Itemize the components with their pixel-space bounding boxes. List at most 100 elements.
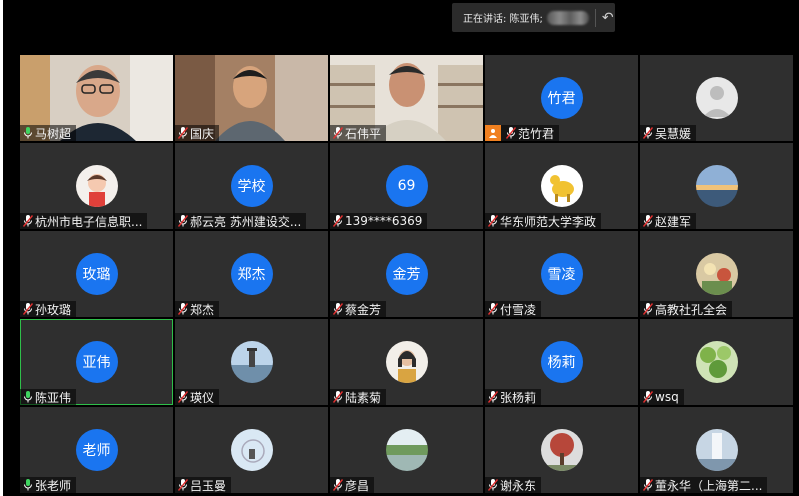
participant-name: wsq bbox=[655, 390, 679, 404]
avatar: 69 bbox=[385, 165, 428, 207]
microphone-muted-icon bbox=[642, 479, 654, 491]
participant-name: 孙玫璐 bbox=[35, 302, 72, 317]
avatar-photo bbox=[230, 341, 273, 383]
participant-name: 华东师范大学李政 bbox=[500, 214, 597, 229]
name-tag: 付雪凌 bbox=[485, 301, 542, 317]
avatar: 亚伟 bbox=[75, 341, 118, 383]
participant-tile[interactable]: 董永华（上海第二... bbox=[640, 407, 793, 493]
participant-tile[interactable]: 学校郝云亮 苏州建设交... bbox=[175, 143, 328, 229]
participant-tile[interactable]: 彦昌 bbox=[330, 407, 483, 493]
name-tag: 董永华（上海第二... bbox=[640, 477, 768, 493]
name-tag: 国庆 bbox=[175, 125, 220, 141]
participant-tile[interactable]: 郑杰 郑杰 bbox=[175, 231, 328, 317]
current-speaker-label: 正在讲话: 陈亚伟; bbox=[463, 14, 543, 25]
microphone-muted-icon bbox=[642, 215, 654, 227]
name-tag: 高教社孔全会 bbox=[640, 301, 733, 317]
participant-tile[interactable]: 金芳蔡金芳 bbox=[330, 231, 483, 317]
participant-tile[interactable]: 吴慧媛 bbox=[640, 55, 793, 141]
name-tag: 陈亚伟 bbox=[20, 389, 77, 405]
participant-tile[interactable]: 杨莉张杨莉 bbox=[485, 319, 638, 405]
participant-tile[interactable]: 赵建军 bbox=[640, 143, 793, 229]
participant-name: 付雪凌 bbox=[500, 302, 537, 317]
participant-tile[interactable]: 亚伟陈亚伟 bbox=[20, 319, 173, 405]
participant-tile[interactable]: 马树超 bbox=[20, 55, 173, 141]
participant-tile[interactable]: 石伟平 bbox=[330, 55, 483, 141]
microphone-muted-icon bbox=[332, 391, 344, 403]
avatar: 老师 bbox=[75, 429, 118, 471]
name-tag: 杭州市电子信息职... bbox=[20, 213, 148, 229]
participant-grid: 马树超国庆 石伟平 竹君 范竹君 吴慧媛杭州市电子信息职... 学校郝云亮 苏州建设交..… bbox=[20, 55, 793, 493]
avatar-photo bbox=[695, 341, 738, 383]
microphone-muted-icon bbox=[177, 303, 189, 315]
participant-name: 彦昌 bbox=[345, 478, 370, 493]
avatar: 杨莉 bbox=[540, 341, 583, 383]
participant-name: 139****6369 bbox=[345, 214, 423, 228]
participant-tile[interactable]: 69 139****6369 bbox=[330, 143, 483, 229]
microphone-muted-icon bbox=[642, 303, 654, 315]
return-icon[interactable]: ↶ bbox=[602, 11, 614, 25]
microphone-muted-icon bbox=[332, 479, 344, 491]
participant-tile[interactable]: wsq bbox=[640, 319, 793, 405]
avatar: 金芳 bbox=[385, 253, 428, 295]
participant-tile[interactable]: 老师 张老师 bbox=[20, 407, 173, 493]
microphone-muted-icon bbox=[487, 391, 499, 403]
participant-name: 张老师 bbox=[35, 478, 72, 493]
participant-name: 郑杰 bbox=[190, 302, 215, 317]
name-tag: 范竹君 bbox=[485, 125, 560, 141]
avatar: 玫璐 bbox=[75, 253, 118, 295]
microphone-muted-icon bbox=[177, 479, 189, 491]
name-tag: 孙玫璐 bbox=[20, 301, 77, 317]
microphone-muted-icon bbox=[642, 391, 654, 403]
participant-tile[interactable]: 瑛仪 bbox=[175, 319, 328, 405]
name-tag: 石伟平 bbox=[330, 125, 387, 141]
microphone-icon bbox=[24, 391, 32, 403]
microphone-muted-icon bbox=[177, 127, 189, 139]
microphone-muted-icon bbox=[642, 127, 654, 139]
name-tag: 张老师 bbox=[20, 477, 77, 493]
avatar: 雪凌 bbox=[540, 253, 583, 295]
participant-tile[interactable]: 华东师范大学李政 bbox=[485, 143, 638, 229]
participant-name: 高教社孔全会 bbox=[655, 302, 728, 317]
participant-tile[interactable]: 陆素菊 bbox=[330, 319, 483, 405]
microphone-muted-icon bbox=[505, 127, 517, 139]
microphone-muted-icon bbox=[22, 215, 34, 227]
name-tag: 华东师范大学李政 bbox=[485, 213, 602, 229]
participant-name: 国庆 bbox=[190, 126, 215, 141]
avatar-photo bbox=[540, 165, 583, 207]
microphone-icon bbox=[24, 479, 32, 491]
microphone-muted-icon bbox=[332, 127, 344, 139]
participant-name: 吕玉曼 bbox=[190, 478, 227, 493]
name-tag: 蔡金芳 bbox=[330, 301, 387, 317]
participant-tile[interactable]: 国庆 bbox=[175, 55, 328, 141]
participant-tile[interactable]: 竹君 范竹君 bbox=[485, 55, 638, 141]
avatar: 郑杰 bbox=[230, 253, 273, 295]
name-tag: 谢永东 bbox=[485, 477, 542, 493]
participant-tile[interactable]: 雪凌 付雪凌 bbox=[485, 231, 638, 317]
avatar-photo bbox=[75, 165, 118, 207]
avatar-photo bbox=[695, 429, 738, 471]
participant-name: 郝云亮 苏州建设交... bbox=[190, 214, 302, 229]
participant-name: 石伟平 bbox=[345, 126, 382, 141]
name-tag: 张杨莉 bbox=[485, 389, 542, 405]
avatar: 学校 bbox=[230, 165, 273, 207]
participant-name: 范竹君 bbox=[518, 126, 555, 141]
microphone-muted-icon bbox=[332, 215, 344, 227]
participant-tile[interactable]: 谢永东 bbox=[485, 407, 638, 493]
microphone-muted-icon bbox=[177, 215, 189, 227]
participant-name: 陆素菊 bbox=[345, 390, 382, 405]
participant-name: 赵建军 bbox=[655, 214, 692, 229]
participant-tile[interactable]: 高教社孔全会 bbox=[640, 231, 793, 317]
divider bbox=[594, 8, 596, 27]
participant-name: 杭州市电子信息职... bbox=[35, 214, 143, 229]
name-tag: 139****6369 bbox=[330, 213, 428, 229]
participant-tile[interactable]: 玫璐 孙玫璐 bbox=[20, 231, 173, 317]
name-tag: wsq bbox=[640, 389, 684, 405]
avatar-photo bbox=[695, 253, 738, 295]
participant-tile[interactable]: 杭州市电子信息职... bbox=[20, 143, 173, 229]
microphone-muted-icon bbox=[22, 303, 34, 315]
participant-tile[interactable]: 吕玉曼 bbox=[175, 407, 328, 493]
microphone-muted-icon bbox=[487, 303, 499, 315]
avatar-photo bbox=[695, 165, 738, 207]
microphone-muted-icon bbox=[332, 303, 344, 315]
name-tag: 瑛仪 bbox=[175, 389, 220, 405]
